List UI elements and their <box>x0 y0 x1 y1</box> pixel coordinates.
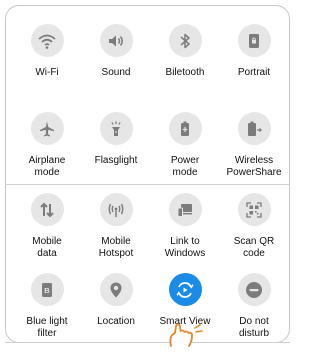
tile-power-mode[interactable]: Power mode <box>151 112 219 179</box>
mobile-data-icon <box>30 193 64 226</box>
tile-blue-light-filter[interactable]: B Blue light filter <box>13 273 81 340</box>
tile-bluetooth[interactable]: Biletooth <box>151 24 219 79</box>
hotspot-icon <box>99 193 133 226</box>
tile-do-not-disturb[interactable]: Do not disturb <box>220 273 288 340</box>
lock-rotation-icon <box>237 24 271 57</box>
tile-label: Mobile data <box>32 236 62 259</box>
tile-flashlight[interactable]: Flasglight <box>82 112 150 167</box>
panel-bottom-divider <box>5 342 290 343</box>
bluetooth-icon <box>168 24 202 57</box>
battery-saver-icon <box>168 112 202 145</box>
tile-label: Wireless PowerShare <box>226 155 282 178</box>
tile-mobile-hotspot[interactable]: Mobile Hotspot <box>82 193 150 260</box>
svg-text:B: B <box>44 286 50 295</box>
wireless-powershare-icon <box>237 112 271 145</box>
tile-label: Do not disturb <box>238 316 269 339</box>
airplane-icon <box>30 112 64 145</box>
panel-divider <box>5 184 290 185</box>
tile-scan-qr-code[interactable]: Scan QR code <box>220 193 288 260</box>
smart-view-icon <box>168 273 202 306</box>
tile-mobile-data[interactable]: Mobile data <box>13 193 81 260</box>
tile-location[interactable]: Location <box>82 273 150 328</box>
flashlight-icon <box>99 112 133 145</box>
tile-label: Link to Windows <box>164 236 206 259</box>
tile-wifi[interactable]: Wi-Fi <box>13 24 81 79</box>
link-to-windows-icon <box>168 193 202 226</box>
tile-portrait[interactable]: Portrait <box>220 24 288 79</box>
tile-label: Flasglight <box>94 155 138 166</box>
tap-hand-icon <box>167 322 211 352</box>
tile-label: Blue light filter <box>26 316 68 339</box>
tile-airplane-mode[interactable]: Airplane mode <box>13 112 81 179</box>
tile-wireless-powershare[interactable]: Wireless PowerShare <box>220 112 288 179</box>
tile-smart-view[interactable]: Smart View <box>151 273 219 328</box>
tile-label: Portrait <box>237 67 271 78</box>
speaker-icon <box>99 24 133 57</box>
tile-label: Sound <box>101 67 131 78</box>
tile-label: Power mode <box>170 155 200 178</box>
blue-light-icon: B <box>30 273 64 306</box>
tile-label: Location <box>97 316 135 327</box>
tile-label: Scan QR code <box>233 236 275 259</box>
tile-sound[interactable]: Sound <box>82 24 150 79</box>
do-not-disturb-icon <box>237 273 271 306</box>
tile-link-to-windows[interactable]: Link to Windows <box>151 193 219 260</box>
location-pin-icon <box>99 273 133 306</box>
tile-label: Mobile Hotspot <box>98 236 134 259</box>
qr-code-icon <box>237 193 271 226</box>
wifi-icon <box>30 24 64 57</box>
tile-label: Wi-Fi <box>35 67 59 78</box>
tile-label: Airplane mode <box>28 155 66 178</box>
tile-label: Biletooth <box>165 67 205 78</box>
